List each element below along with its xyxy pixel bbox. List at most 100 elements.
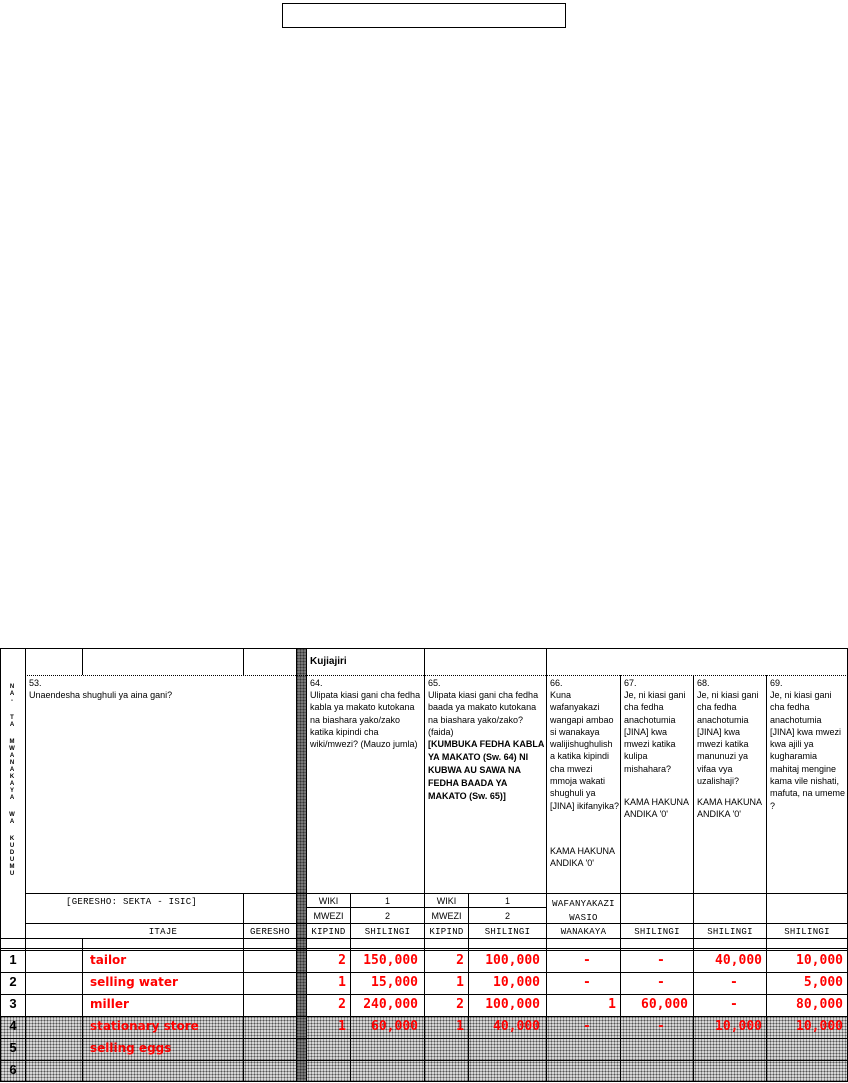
q64-text: Ulipata kiasi gani cha fedha kabla ya ma… [310, 690, 421, 750]
q65-col-kipindi: KIPIND [429, 927, 464, 937]
vertical-label-letter: U [9, 843, 15, 849]
q68-shilingi-cell[interactable]: 10,000 [715, 1019, 762, 1034]
activity-name-cell[interactable]: stationary store [90, 1019, 199, 1033]
q67-shilingi-cell[interactable]: - [657, 953, 665, 968]
q65-number: 65. [428, 678, 441, 688]
q64-mwezi-code: 2 [384, 911, 390, 921]
q64-col-shilingi: SHILINGI [364, 927, 411, 937]
vertical-label-letter: A [9, 819, 15, 825]
vertical-row-label: NA-TAMWANAKAYAWAKUDUMU [0, 684, 24, 878]
q66-wanakaya-cell[interactable]: - [583, 1019, 591, 1034]
q64-wiki-code: 1 [384, 896, 390, 906]
col-geresho: GERESHO [250, 927, 290, 937]
q69-shilingi-cell[interactable]: 80,000 [796, 997, 843, 1012]
q64-kipindi-cell[interactable]: 1 [338, 975, 346, 990]
q65-note: [KUMBUKA FEDHA KABLA YA MAKATO (Sw. 64) … [428, 739, 544, 801]
q65-kipindi-cell[interactable]: 1 [456, 1019, 464, 1034]
vertical-label-letter: U [9, 857, 15, 863]
section-title: Kujiajiri [310, 656, 347, 667]
activity-name-cell[interactable]: miller [90, 997, 129, 1011]
q53-code-note: [GERESHO: SEKTA - ISIC] [66, 897, 198, 907]
questionnaire-sheet: Kujiajiri NA-TAMWANAKAYAWAKUDUMU 53. Una… [0, 648, 848, 1082]
vertical-label-letter: N [9, 760, 15, 766]
q64-kipindi-cell[interactable]: 2 [338, 953, 346, 968]
q64-kipindi-cell[interactable]: 1 [338, 1019, 346, 1034]
row-number: 4 [9, 1018, 17, 1033]
q64-shilingi-cell[interactable]: 15,000 [371, 975, 418, 990]
q69-shilingi-cell[interactable]: 10,000 [796, 953, 843, 968]
activity-name-cell[interactable]: tailor [90, 953, 126, 967]
vertical-label-letter: M [9, 864, 15, 870]
q67-shilingi-cell[interactable]: - [657, 975, 665, 990]
q68-text: Je, ni kiasi gani cha fedha anachotumia … [697, 690, 759, 787]
q66-wanakaya-cell[interactable]: 1 [608, 997, 616, 1012]
vertical-label-letter: N [9, 684, 15, 690]
q68-shilingi-cell[interactable]: 40,000 [715, 953, 762, 968]
row-number: 3 [9, 996, 17, 1011]
q64-shilingi-cell[interactable]: 240,000 [363, 997, 418, 1012]
q69-col: SHILINGI [784, 927, 830, 937]
q64-shilingi-cell[interactable]: 60,000 [371, 1019, 418, 1034]
q66-wanakaya-cell[interactable]: - [583, 953, 591, 968]
vertical-label-letter: A [9, 753, 15, 759]
vertical-label-letter: - [11, 698, 13, 704]
q65-kipindi-cell[interactable]: 1 [456, 975, 464, 990]
q65-shilingi-cell[interactable]: 100,000 [485, 997, 540, 1012]
vertical-label-letter: A [9, 767, 15, 773]
vertical-label-letter: Y [9, 788, 14, 794]
q67-shilingi-cell[interactable]: 60,000 [641, 997, 688, 1012]
q65-shilingi-cell[interactable]: 100,000 [485, 953, 540, 968]
vertical-label-letter: M [9, 739, 15, 745]
q53-number: 53. [29, 678, 42, 688]
q69-number: 69. [770, 678, 783, 688]
vertical-label-letter: D [9, 850, 15, 856]
row-number: 5 [9, 1040, 17, 1055]
vertical-label-letter: K [9, 774, 15, 780]
q67-shilingi-cell[interactable]: - [657, 1019, 665, 1034]
q65-wiki: WIKI [436, 896, 457, 906]
q66-text: Kuna wafanyakazi wangapi ambao si wanaka… [550, 690, 620, 811]
q66-wanakaya-cell[interactable]: - [583, 975, 591, 990]
row-number: 1 [9, 952, 17, 967]
q67-note: KAMA HAKUNA ANDIKA '0' [624, 797, 689, 820]
q67-text: Je, ni kiasi gani cha fedha anachotumia … [624, 690, 686, 774]
q66-note: KAMA HAKUNA ANDIKA '0' [550, 846, 615, 869]
q53-text: Unaendesha shughuli ya aina gani? [29, 690, 173, 700]
vertical-label-letter: K [9, 836, 15, 842]
vertical-label-letter: T [10, 715, 14, 721]
q69-shilingi-cell[interactable]: 5,000 [804, 975, 843, 990]
vertical-label-letter: A [9, 691, 15, 697]
row-number: 6 [9, 1062, 17, 1077]
q65-mwezi: MWEZI [431, 911, 462, 921]
vertical-label-letter: W [9, 812, 15, 818]
q68-col: SHILINGI [707, 927, 753, 937]
q65-wiki-code: 1 [504, 896, 510, 906]
q64-wiki: WIKI [318, 896, 339, 906]
q65-shilingi-cell[interactable]: 10,000 [493, 975, 540, 990]
q68-shilingi-cell[interactable]: - [730, 975, 738, 990]
activity-name-cell[interactable]: selling eggs [90, 1041, 171, 1055]
q65-kipindi-cell[interactable]: 2 [456, 953, 464, 968]
q64-kipindi-cell[interactable]: 2 [338, 997, 346, 1012]
vertical-label-letter: A [9, 781, 15, 787]
q69-text: Je, ni kiasi gani cha fedha anachotumia … [770, 690, 846, 811]
q68-shilingi-cell[interactable]: - [730, 997, 738, 1012]
q67-number: 67. [624, 678, 637, 688]
vertical-label-letter: U [9, 871, 15, 877]
q65-kipindi-cell[interactable]: 2 [456, 997, 464, 1012]
q65-shilingi-cell[interactable]: 40,000 [493, 1019, 540, 1034]
vertical-label-letter: A [9, 722, 15, 728]
col-itaje: ITAJE [148, 927, 178, 937]
q66-head2: WASIO [569, 913, 598, 923]
q68-number: 68. [697, 678, 710, 688]
q66-number: 66. [550, 678, 563, 688]
activity-name-cell[interactable]: selling water [90, 975, 178, 989]
q64-shilingi-cell[interactable]: 150,000 [363, 953, 418, 968]
q67-col: SHILINGI [634, 927, 680, 937]
q69-shilingi-cell[interactable]: 10,000 [796, 1019, 843, 1034]
q65-mwezi-code: 2 [504, 911, 510, 921]
q64-mwezi: MWEZI [313, 911, 344, 921]
q64-number: 64. [310, 678, 323, 688]
q66-col: WANAKAYA [560, 927, 607, 937]
q65-text: Ulipata kiasi gani cha fedha baada ya ma… [428, 690, 539, 737]
